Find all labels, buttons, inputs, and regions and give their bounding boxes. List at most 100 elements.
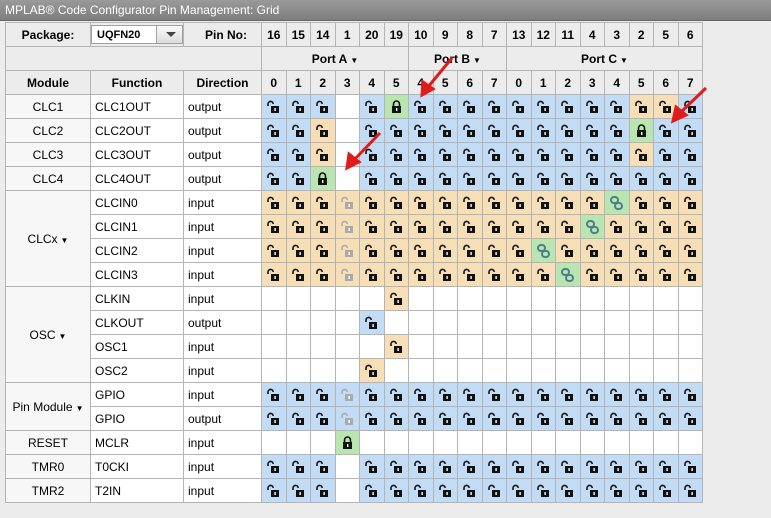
port-header[interactable]: Port B ▼ <box>408 46 507 71</box>
pin-cell[interactable] <box>383 166 409 191</box>
pin-cell[interactable] <box>334 214 360 239</box>
pin-cell[interactable] <box>310 94 336 119</box>
pin-cell[interactable] <box>604 118 630 143</box>
pin-cell[interactable] <box>457 382 483 407</box>
pin-cell[interactable] <box>285 454 311 479</box>
pin-cell[interactable] <box>408 262 434 287</box>
pin-cell[interactable] <box>310 406 336 431</box>
pin-cell[interactable] <box>628 406 654 431</box>
package-select[interactable]: UQFN20 <box>91 25 183 44</box>
pin-cell[interactable] <box>653 118 679 143</box>
pin-cell[interactable] <box>530 190 556 215</box>
pin-cell[interactable] <box>555 118 581 143</box>
pin-cell[interactable] <box>506 454 532 479</box>
pin-cell[interactable] <box>653 94 679 119</box>
pin-cell[interactable] <box>261 262 287 287</box>
pin-cell[interactable] <box>408 214 434 239</box>
pin-cell[interactable] <box>604 238 630 263</box>
pin-cell[interactable] <box>261 190 287 215</box>
pin-cell[interactable] <box>579 382 605 407</box>
pin-cell[interactable] <box>653 478 679 503</box>
pin-cell[interactable] <box>604 406 630 431</box>
pin-cell[interactable] <box>628 478 654 503</box>
pin-cell[interactable] <box>261 214 287 239</box>
pin-cell[interactable] <box>530 454 556 479</box>
pin-cell[interactable] <box>506 190 532 215</box>
pin-cell[interactable] <box>579 214 605 239</box>
pin-cell[interactable] <box>408 142 434 167</box>
pin-cell[interactable] <box>285 118 311 143</box>
pin-cell[interactable] <box>628 142 654 167</box>
pin-cell[interactable] <box>555 406 581 431</box>
pin-cell[interactable] <box>359 310 385 335</box>
pin-cell[interactable] <box>432 262 458 287</box>
pin-cell[interactable] <box>604 478 630 503</box>
pin-cell[interactable] <box>481 238 507 263</box>
pin-cell[interactable] <box>677 262 703 287</box>
pin-cell[interactable] <box>432 166 458 191</box>
pin-cell[interactable] <box>359 214 385 239</box>
pin-cell[interactable] <box>677 214 703 239</box>
module-cell[interactable]: CLCx ▼ <box>5 190 91 287</box>
pin-cell[interactable] <box>457 454 483 479</box>
pin-cell[interactable] <box>628 190 654 215</box>
pin-cell[interactable] <box>432 142 458 167</box>
pin-cell[interactable] <box>457 142 483 167</box>
pin-cell[interactable] <box>677 382 703 407</box>
pin-cell[interactable] <box>506 382 532 407</box>
pin-cell[interactable] <box>432 454 458 479</box>
pin-cell[interactable] <box>677 142 703 167</box>
pin-cell[interactable] <box>457 262 483 287</box>
pin-cell[interactable] <box>408 454 434 479</box>
pin-cell[interactable] <box>285 406 311 431</box>
pin-cell[interactable] <box>408 238 434 263</box>
pin-cell[interactable] <box>604 382 630 407</box>
pin-cell[interactable] <box>285 382 311 407</box>
pin-cell[interactable] <box>628 382 654 407</box>
pin-cell[interactable] <box>653 262 679 287</box>
pin-cell[interactable] <box>506 478 532 503</box>
pin-cell[interactable] <box>604 262 630 287</box>
pin-cell[interactable] <box>432 214 458 239</box>
module-cell[interactable]: OSC ▼ <box>5 286 91 383</box>
pin-cell[interactable] <box>555 190 581 215</box>
pin-cell[interactable] <box>506 94 532 119</box>
pin-cell[interactable] <box>653 142 679 167</box>
pin-cell[interactable] <box>383 406 409 431</box>
pin-cell[interactable] <box>457 118 483 143</box>
pin-cell[interactable] <box>359 454 385 479</box>
pin-cell[interactable] <box>310 382 336 407</box>
pin-cell[interactable] <box>359 478 385 503</box>
pin-cell[interactable] <box>383 214 409 239</box>
pin-cell[interactable] <box>285 238 311 263</box>
pin-cell[interactable] <box>628 262 654 287</box>
pin-cell[interactable] <box>677 478 703 503</box>
pin-cell[interactable] <box>457 406 483 431</box>
pin-cell[interactable] <box>604 94 630 119</box>
pin-cell[interactable] <box>530 142 556 167</box>
pin-cell[interactable] <box>359 382 385 407</box>
pin-cell[interactable] <box>604 454 630 479</box>
pin-cell[interactable] <box>310 118 336 143</box>
pin-cell[interactable] <box>261 94 287 119</box>
pin-cell[interactable] <box>653 214 679 239</box>
pin-cell[interactable] <box>334 406 360 431</box>
pin-cell[interactable] <box>506 118 532 143</box>
pin-cell[interactable] <box>457 238 483 263</box>
pin-cell[interactable] <box>653 406 679 431</box>
pin-cell[interactable] <box>383 478 409 503</box>
pin-cell[interactable] <box>530 166 556 191</box>
pin-cell[interactable] <box>481 406 507 431</box>
pin-cell[interactable] <box>383 190 409 215</box>
pin-cell[interactable] <box>579 118 605 143</box>
pin-cell[interactable] <box>383 334 409 359</box>
pin-cell[interactable] <box>310 238 336 263</box>
module-cell[interactable]: Pin Module ▼ <box>5 382 91 431</box>
pin-cell[interactable] <box>285 262 311 287</box>
pin-cell[interactable] <box>555 454 581 479</box>
pin-cell[interactable] <box>285 214 311 239</box>
pin-cell[interactable] <box>261 454 287 479</box>
pin-cell[interactable] <box>481 382 507 407</box>
pin-cell[interactable] <box>628 118 654 143</box>
pin-cell[interactable] <box>506 142 532 167</box>
